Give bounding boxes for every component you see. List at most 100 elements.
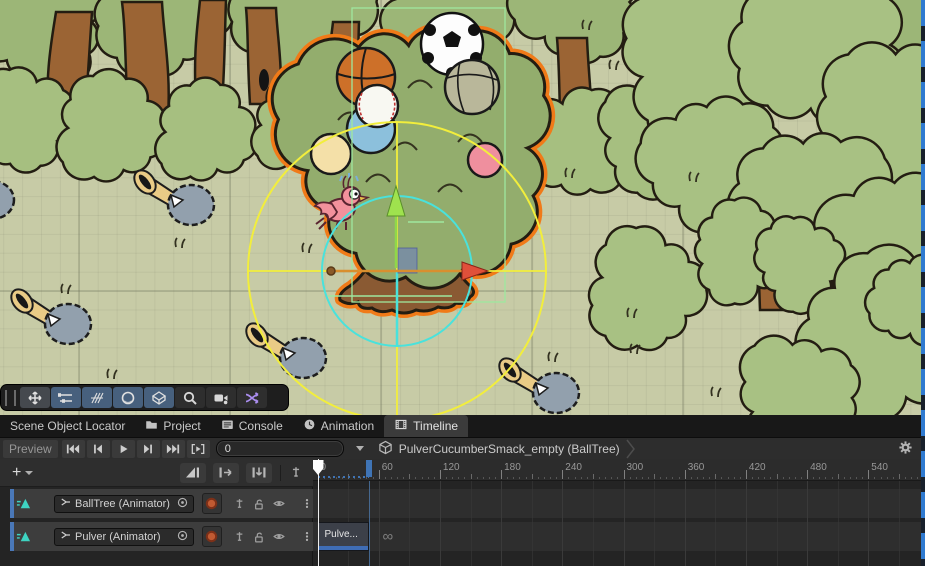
tab-project[interactable]: Project bbox=[135, 415, 210, 437]
eye-icon[interactable] bbox=[271, 530, 287, 543]
pulver-horn-rock[interactable] bbox=[7, 285, 91, 344]
ruler-label: 60 bbox=[382, 462, 393, 473]
ruler-major-tick bbox=[624, 470, 625, 479]
ripple-mode-button[interactable] bbox=[213, 463, 239, 483]
track-row[interactable]: Pulver (Animator) bbox=[10, 522, 313, 551]
tab-console[interactable]: Console bbox=[211, 415, 293, 437]
rock-partial[interactable] bbox=[0, 181, 14, 219]
editor-window: Scene Object Locator Project Console Animat… bbox=[0, 0, 925, 566]
track-lane bbox=[313, 489, 921, 518]
tab-clock-icon bbox=[303, 418, 316, 434]
lock-icon[interactable] bbox=[252, 497, 265, 511]
gear-icon[interactable] bbox=[898, 440, 913, 460]
animation-track-icon bbox=[16, 496, 31, 511]
tab-label: Console bbox=[239, 419, 283, 433]
camera-tool-button[interactable] bbox=[206, 387, 236, 408]
ruler-label: 300 bbox=[627, 462, 644, 473]
duration-end-line bbox=[369, 481, 370, 566]
previous-frame-button[interactable] bbox=[87, 440, 110, 458]
tab-console-icon bbox=[221, 418, 234, 434]
camera-icon bbox=[213, 390, 229, 406]
magnifier-tool-button[interactable] bbox=[175, 387, 205, 408]
toolbar-drag-handle[interactable] bbox=[5, 390, 16, 406]
track-lane bbox=[313, 522, 921, 551]
track-binding-field[interactable]: Pulver (Animator) bbox=[54, 528, 194, 546]
cube-icon bbox=[378, 440, 393, 458]
clip-lanes[interactable]: Pulve... ∞ bbox=[313, 481, 921, 566]
clip-recorded-strip bbox=[319, 546, 368, 550]
frame-ruler[interactable]: 060120180240300360420480540 bbox=[313, 459, 921, 481]
ruler-label: 420 bbox=[749, 462, 766, 473]
ruler-major-tick bbox=[807, 470, 808, 479]
shuffle-icon bbox=[244, 390, 260, 406]
tab-animation[interactable]: Animation bbox=[293, 415, 384, 437]
shuffle-tool-button[interactable] bbox=[237, 387, 267, 408]
track-color-stripe bbox=[10, 489, 14, 518]
ruler-major-tick bbox=[379, 470, 380, 479]
pin-icon[interactable] bbox=[233, 497, 246, 511]
timeline-track-toolbar: + bbox=[0, 459, 313, 487]
tab-label: Animation bbox=[321, 419, 374, 433]
ruler-major-tick bbox=[562, 470, 563, 479]
animation-clip[interactable]: Pulve... bbox=[318, 522, 369, 551]
ruler-label: 120 bbox=[443, 462, 460, 473]
record-button[interactable] bbox=[202, 526, 222, 547]
ruler-label: 540 bbox=[871, 462, 888, 473]
prism-icon bbox=[151, 390, 167, 406]
duration-end-marker[interactable] bbox=[366, 460, 372, 477]
scene-canvas[interactable] bbox=[0, 0, 925, 415]
panel-tab-bar: Scene Object Locator Project Console Animat… bbox=[0, 415, 925, 437]
go-to-end-button[interactable] bbox=[162, 440, 185, 458]
lock-icon[interactable] bbox=[252, 530, 265, 544]
ruler-label: 240 bbox=[565, 462, 582, 473]
ruler-label: 360 bbox=[688, 462, 705, 473]
breadcrumb-label: PulverCucumberSmack_empty (BallTree) bbox=[399, 442, 620, 456]
mixer-tool-button[interactable] bbox=[51, 387, 81, 408]
hatch-tool-button[interactable] bbox=[82, 387, 112, 408]
scene-viewport[interactable] bbox=[0, 0, 925, 415]
ruler-major-tick bbox=[501, 470, 502, 479]
track-kebab-icon[interactable] bbox=[301, 529, 313, 544]
track-kebab-icon[interactable] bbox=[301, 496, 313, 511]
current-frame-field[interactable]: 0 bbox=[216, 440, 344, 457]
right-edge-scrollbar[interactable] bbox=[921, 0, 925, 566]
object-picker-icon[interactable] bbox=[176, 529, 189, 545]
object-picker-icon[interactable] bbox=[176, 496, 189, 512]
animation-track-icon bbox=[16, 529, 31, 544]
loop-infinity-glyph: ∞ bbox=[383, 528, 394, 545]
hatch-icon bbox=[89, 390, 105, 406]
breadcrumb[interactable]: PulverCucumberSmack_empty (BallTree) bbox=[378, 439, 636, 459]
mix-mode-button[interactable] bbox=[180, 463, 206, 483]
sphere-tool-button[interactable] bbox=[113, 387, 143, 408]
ruler-major-tick bbox=[685, 470, 686, 479]
tab-timeline[interactable]: Timeline bbox=[384, 415, 468, 437]
track-name: Pulver (Animator) bbox=[75, 531, 173, 543]
eye-icon[interactable] bbox=[271, 497, 287, 510]
play-range-button[interactable] bbox=[187, 440, 210, 458]
timeline-clip-area: 060120180240300360420480540 Pulve...∞ bbox=[313, 459, 921, 566]
replace-mode-button[interactable] bbox=[246, 463, 272, 483]
play-button[interactable] bbox=[112, 440, 135, 458]
pin-icon[interactable] bbox=[233, 530, 246, 544]
tab-scene-object-locator[interactable]: Scene Object Locator bbox=[0, 415, 135, 437]
tab-label: Timeline bbox=[413, 419, 458, 433]
go-to-start-button[interactable] bbox=[62, 440, 85, 458]
track-row[interactable]: BallTree (Animator) bbox=[10, 489, 313, 518]
right-forest bbox=[589, 0, 925, 415]
next-frame-button[interactable] bbox=[137, 440, 160, 458]
preview-toggle-button[interactable]: Preview bbox=[3, 440, 58, 458]
prefab-arrow-icon bbox=[59, 529, 72, 544]
frame-options-caret[interactable] bbox=[356, 446, 364, 451]
track-name: BallTree (Animator) bbox=[75, 498, 173, 510]
tab-label: Project bbox=[163, 419, 200, 433]
prism-tool-button[interactable] bbox=[144, 387, 174, 408]
timeline-track-list: + BallTree (Animator) Pulver (Animator) bbox=[0, 459, 313, 566]
tab-film-icon bbox=[394, 418, 408, 434]
playhead-line bbox=[318, 459, 319, 566]
move-tool-button[interactable] bbox=[20, 387, 50, 408]
duration-dotted-line bbox=[318, 476, 369, 478]
marker-pin-icon[interactable] bbox=[289, 465, 303, 480]
record-button[interactable] bbox=[202, 493, 222, 514]
track-binding-field[interactable]: BallTree (Animator) bbox=[54, 495, 194, 513]
add-track-button[interactable]: + bbox=[12, 464, 33, 482]
